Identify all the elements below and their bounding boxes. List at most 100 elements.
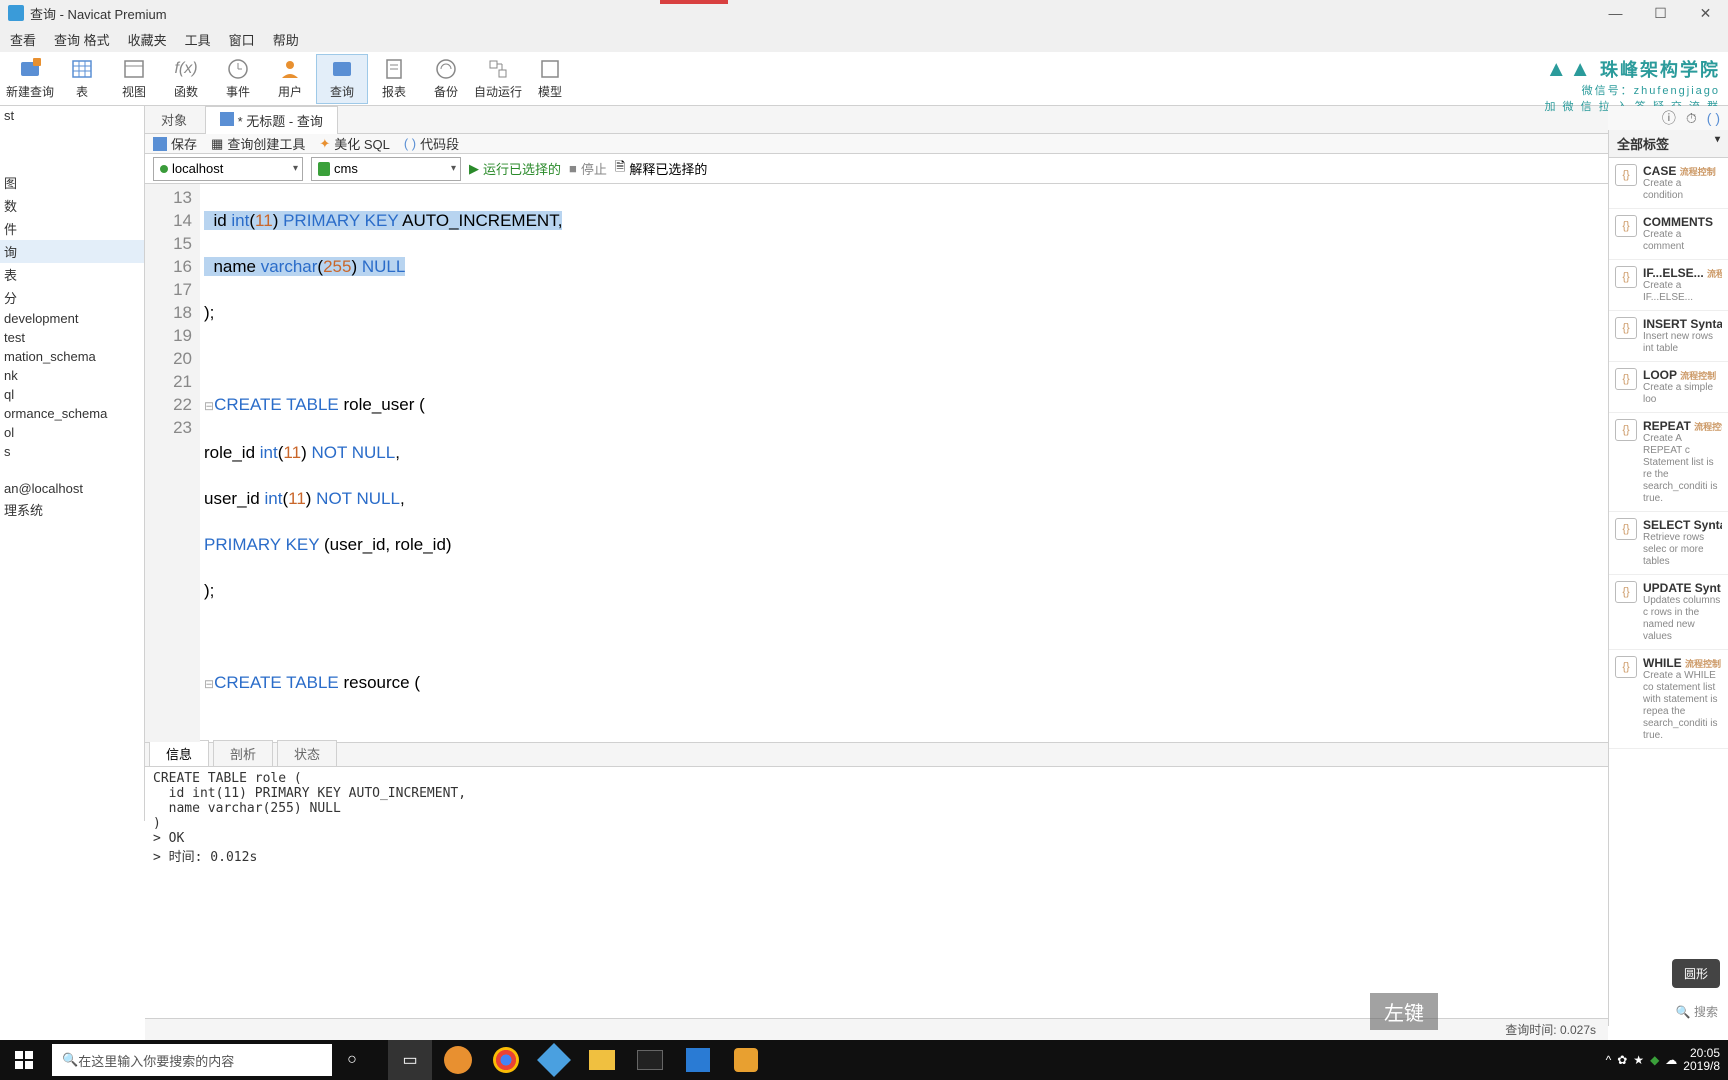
- table-icon: [70, 57, 94, 81]
- navicat-icon[interactable]: [724, 1040, 768, 1080]
- snippet-item[interactable]: {} INSERT Synta Insert new rows int tabl…: [1609, 311, 1728, 362]
- tree-item[interactable]: test: [0, 328, 144, 347]
- tray-icon[interactable]: ☁: [1665, 1053, 1677, 1067]
- code-area[interactable]: id int(11) PRIMARY KEY AUTO_INCREMENT, n…: [200, 184, 1728, 742]
- query-builder-button[interactable]: ▦查询创建工具: [211, 134, 305, 153]
- run-selected-button[interactable]: ▶运行已选择的: [469, 159, 561, 178]
- beautify-icon: ✦: [319, 136, 330, 152]
- tree-item[interactable]: 图: [0, 171, 144, 194]
- tab-profile[interactable]: 剖析: [213, 740, 273, 766]
- save-button[interactable]: 保存: [153, 134, 197, 153]
- tray-icon[interactable]: ✿: [1617, 1053, 1627, 1067]
- tab-info[interactable]: 信息: [149, 740, 209, 766]
- snippet-item[interactable]: {} REPEAT 流程控制 Create A REPEAT c Stateme…: [1609, 413, 1728, 512]
- code-snippet-button[interactable]: ( )代码段: [404, 134, 459, 153]
- paren-icon[interactable]: ( ): [1707, 110, 1720, 126]
- explain-button[interactable]: 🗎解释已选择的: [615, 158, 707, 180]
- stop-button[interactable]: ■停止: [569, 159, 607, 178]
- menu-fav[interactable]: 收藏夹: [128, 30, 167, 49]
- explain-icon: 🗎: [615, 158, 625, 180]
- tool-function[interactable]: f(x)函数: [160, 54, 212, 104]
- tree-item[interactable]: development: [0, 309, 144, 328]
- snippets-header[interactable]: 全部标签 ▾: [1609, 130, 1728, 158]
- tray-up-icon[interactable]: ^: [1606, 1053, 1612, 1067]
- chrome-icon[interactable]: [484, 1040, 528, 1080]
- snippet-item[interactable]: {} IF...ELSE... 流程 Create a IF...ELSE...: [1609, 260, 1728, 311]
- snippet-item[interactable]: {} COMMENTS Create a comment: [1609, 209, 1728, 260]
- tool-backup[interactable]: 备份: [420, 54, 472, 104]
- tab-objects[interactable]: 对象: [145, 106, 203, 133]
- host-combo[interactable]: localhost: [153, 157, 303, 181]
- database-combo[interactable]: cms: [311, 157, 461, 181]
- connection-tree[interactable]: st 图 数 件 询 表 分 development test mation_s…: [0, 106, 145, 821]
- db-icon: [318, 162, 330, 176]
- snippet-search[interactable]: 🔍 搜索: [1676, 1003, 1718, 1020]
- taskview-icon[interactable]: ▭: [388, 1040, 432, 1080]
- output-panel[interactable]: CREATE TABLE role ( id int(11) PRIMARY K…: [145, 766, 1728, 869]
- snippet-item[interactable]: {} LOOP 流程控制 Create a simple loo: [1609, 362, 1728, 413]
- tree-item[interactable]: 数: [0, 194, 144, 217]
- snippet-item[interactable]: {} UPDATE Synt Updates columns c rows in…: [1609, 575, 1728, 650]
- tool-autorun[interactable]: 自动运行: [472, 54, 524, 104]
- tool-query[interactable]: 查询: [316, 54, 368, 104]
- beautify-button[interactable]: ✦美化 SQL: [319, 134, 390, 153]
- stop-icon: ■: [569, 161, 577, 176]
- tree-item[interactable]: 分: [0, 286, 144, 309]
- tool-table[interactable]: 表: [56, 54, 108, 104]
- tool-model[interactable]: 模型: [524, 54, 576, 104]
- terminal-icon[interactable]: [628, 1040, 672, 1080]
- minimize-button[interactable]: —: [1593, 0, 1638, 26]
- tool-view[interactable]: 视图: [108, 54, 160, 104]
- start-button[interactable]: [0, 1040, 48, 1080]
- tool-user[interactable]: 用户: [264, 54, 316, 104]
- snippet-item[interactable]: {} WHILE 流程控制 Create a WHILE co statemen…: [1609, 650, 1728, 749]
- snippet-item[interactable]: {} SELECT Synta Retrieve rows selec or m…: [1609, 512, 1728, 575]
- user-icon: [278, 57, 302, 81]
- snippets-panel: 全部标签 ▾ {} CASE 流程控制 Create a condition{}…: [1608, 130, 1728, 1026]
- menu-tools[interactable]: 工具: [185, 30, 211, 49]
- tree-item[interactable]: mation_schema: [0, 347, 144, 366]
- tree-item[interactable]: ol: [0, 423, 144, 442]
- query-tab-icon: [220, 112, 234, 126]
- mouse-overlay: 左键: [1370, 993, 1438, 1030]
- tool-event[interactable]: 事件: [212, 54, 264, 104]
- tree-item[interactable]: 表: [0, 263, 144, 286]
- tree-item[interactable]: s: [0, 442, 144, 461]
- tree-item[interactable]: 件: [0, 217, 144, 240]
- tree-item-selected[interactable]: 询: [0, 240, 144, 263]
- sql-editor[interactable]: 1314151617181920212223 id int(11) PRIMAR…: [145, 184, 1728, 742]
- app-icon-1[interactable]: [436, 1040, 480, 1080]
- shape-button[interactable]: 圆形: [1672, 959, 1720, 988]
- tray-icon[interactable]: ◆: [1650, 1053, 1659, 1067]
- taskbar-search[interactable]: 🔍 在这里输入你要搜索的内容: [52, 1044, 332, 1076]
- info-icon[interactable]: ⓘ: [1662, 108, 1676, 128]
- app-icon-2[interactable]: [532, 1040, 576, 1080]
- tab-status[interactable]: 状态: [277, 740, 337, 766]
- tree-item[interactable]: ql: [0, 385, 144, 404]
- tray-icon[interactable]: ★: [1633, 1053, 1644, 1067]
- snippet-item[interactable]: {} CASE 流程控制 Create a condition: [1609, 158, 1728, 209]
- menu-help[interactable]: 帮助: [273, 30, 299, 49]
- snippet-icon: {}: [1615, 419, 1637, 441]
- menu-view[interactable]: 查看: [10, 30, 36, 49]
- tree-item[interactable]: 理系统: [0, 498, 144, 521]
- explorer-icon[interactable]: [580, 1040, 624, 1080]
- menu-queryformat[interactable]: 查询 格式: [54, 30, 110, 49]
- close-button[interactable]: ✕: [1683, 0, 1728, 26]
- tool-newquery[interactable]: 新建查询: [4, 54, 56, 104]
- vscode-icon[interactable]: [676, 1040, 720, 1080]
- tree-item[interactable]: st: [0, 106, 144, 125]
- clock-icon[interactable]: ⏱: [1686, 110, 1697, 127]
- recording-indicator: [660, 0, 728, 4]
- tree-item[interactable]: nk: [0, 366, 144, 385]
- menu-window[interactable]: 窗口: [229, 30, 255, 49]
- connection-row: localhost cms ▶运行已选择的 ■停止 🗎解释已选择的: [145, 154, 1728, 184]
- cortana-icon[interactable]: ○: [332, 1051, 372, 1069]
- tool-report[interactable]: 报表: [368, 54, 420, 104]
- tree-item[interactable]: ormance_schema: [0, 404, 144, 423]
- clock-date[interactable]: 2019/8: [1683, 1060, 1720, 1073]
- tab-query[interactable]: * 无标题 - 查询: [205, 106, 338, 134]
- system-tray: ^ ✿ ★ ◆ ☁ 20:05 2019/8: [1598, 1047, 1728, 1073]
- tree-item[interactable]: an@localhost: [0, 479, 144, 498]
- maximize-button[interactable]: ☐: [1638, 0, 1683, 26]
